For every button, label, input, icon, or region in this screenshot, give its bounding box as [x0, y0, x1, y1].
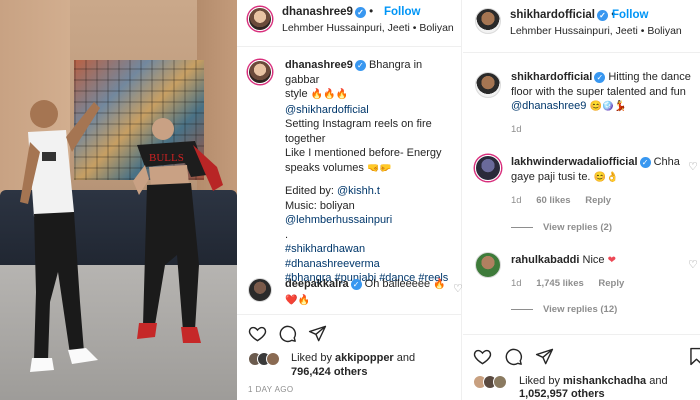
view-replies-line	[511, 226, 533, 228]
likes-count[interactable]: 796,424 others	[291, 366, 367, 378]
author-username[interactable]: dhanashree9 ✓ •	[282, 6, 373, 18]
smile-emoji: 😊🪩💃	[589, 101, 627, 112]
caption-music-prefix: Music: boliyan	[285, 199, 355, 212]
repost-author-username[interactable]: shikhardofficial ✓ •	[510, 9, 615, 21]
comment-1-like-icon[interactable]: ♡	[688, 160, 699, 173]
comment-1-view-replies[interactable]: View replies (2)	[511, 222, 612, 233]
heart-icon[interactable]	[473, 347, 492, 366]
comment-1-avatar[interactable]	[475, 155, 501, 181]
verified-icon: ✓	[594, 72, 606, 83]
fire-emoji: 🔥🔥🔥	[310, 89, 349, 100]
comment-username[interactable]: deepakkalra	[285, 278, 349, 290]
repost-liked-by-user[interactable]: mishankchadha	[563, 375, 646, 387]
comment-2-avatar[interactable]	[475, 252, 501, 278]
caption-mention[interactable]: @shikhardofficial	[285, 104, 369, 116]
caption-line-2: style	[285, 88, 308, 100]
caption-hashtags-1[interactable]: #shikhardhawan #dhanashreeverma	[285, 243, 380, 270]
post-caption: dhanashree9 ✓ Bhangra in gabbar style 🔥🔥🔥…	[285, 58, 457, 286]
repost-liked-by-avatars	[473, 375, 517, 389]
comment-2-likes[interactable]: 1,745 likes	[536, 278, 584, 289]
caption-line-6: speaks volumes	[285, 161, 364, 174]
comment-1-age[interactable]: 1d	[511, 195, 522, 206]
comment-icon[interactable]	[278, 324, 297, 343]
repost-location[interactable]: Lehmber Hussainpuri, Jeeti • Boliyan	[510, 25, 682, 37]
photo-dancer-woman: BULLS	[133, 118, 223, 343]
liked-by-user[interactable]: akkipopper	[335, 352, 394, 364]
post-timestamp[interactable]: 1 DAY AGO	[248, 385, 294, 394]
handshake-emoji: 🤜🤛	[366, 162, 392, 174]
verified-icon: ✓	[350, 279, 362, 290]
verified-icon: ✓	[639, 157, 651, 168]
caption-line-4: together	[285, 132, 326, 145]
caption-dot: .	[285, 228, 289, 241]
repost-header-divider	[463, 52, 700, 53]
comment-1: lakhwinderwadaliofficial ✓ Chha gaye paji…	[511, 155, 689, 185]
verified-icon: ✓	[597, 10, 608, 21]
caption-line-5: Like I mentioned before- Energy	[285, 147, 442, 159]
heart-icon[interactable]	[248, 324, 267, 343]
repost-actions-divider	[463, 334, 700, 335]
repost-caption-age[interactable]: 1d	[511, 124, 522, 135]
view-replies-line	[511, 308, 533, 310]
comment-1-likes[interactable]: 60 likes	[536, 195, 570, 206]
comment-2-reply[interactable]: Reply	[598, 278, 624, 289]
caption-music-mention[interactable]: @lehmberhussainpuri	[285, 214, 392, 226]
comment-2-text: Nice	[582, 254, 605, 266]
actions-divider	[237, 314, 462, 315]
caption-avatar[interactable]	[248, 60, 272, 84]
repost-likes-count[interactable]: 1,052,957 others	[519, 388, 605, 400]
verified-icon: ✓	[354, 7, 366, 18]
comment-2-meta: 1d 1,745 likes Reply	[511, 278, 624, 289]
post-photo[interactable]: BULLS	[0, 0, 237, 400]
caption-username[interactable]: dhanashree9	[285, 59, 353, 71]
commenter-avatar[interactable]	[248, 278, 272, 302]
caption-line-3: Setting Instagram reels on fire	[285, 118, 432, 130]
share-icon[interactable]	[308, 324, 327, 343]
repost-caption-username[interactable]: shikhardofficial	[511, 71, 592, 83]
comment-1-meta: 1d 60 likes Reply	[511, 195, 611, 206]
follow-button[interactable]: Follow	[384, 6, 420, 18]
comment-icon[interactable]	[504, 347, 523, 366]
fire-emoji: 🔥	[433, 279, 446, 290]
post-panel: dhanashree9 ✓ • Follow Lehmber Hussainpur…	[237, 0, 463, 400]
comment-text: Oh balleeeee	[364, 278, 431, 290]
liker-avatar	[266, 352, 280, 366]
post-comment: deepakkalra ✓ Oh balleeeee 🔥 ❤️🔥	[285, 277, 450, 308]
author-avatar[interactable]	[248, 7, 272, 31]
comment-1-reply[interactable]: Reply	[585, 195, 611, 206]
post-location[interactable]: Lehmber Hussainpuri, Jeeti • Boliyan	[282, 22, 454, 34]
verified-icon: ✓	[354, 60, 366, 71]
liker-avatar	[493, 375, 507, 389]
caption-edited-prefix: Edited by:	[285, 185, 337, 197]
heart-fire-emoji: ❤️🔥	[285, 294, 310, 306]
comment-2: rahulkabaddi Nice ❤	[511, 253, 689, 269]
repost-panel: shikhardofficial ✓ • Follow Lehmber Hussa…	[463, 0, 700, 400]
repost-caption-avatar[interactable]	[475, 72, 501, 98]
share-icon[interactable]	[535, 347, 554, 366]
heart-emoji: ❤	[607, 255, 616, 266]
bookmark-icon[interactable]	[687, 347, 700, 366]
caption-editor-mention[interactable]: @kishh.t	[337, 185, 380, 197]
repost-caption-mention[interactable]: @dhanashree9	[511, 100, 586, 112]
liked-by-avatars	[248, 352, 288, 366]
comment-1-username[interactable]: lakhwinderwadaliofficial	[511, 156, 638, 168]
comment-2-age[interactable]: 1d	[511, 278, 522, 289]
repost-caption: shikhardofficial ✓ Hitting the dance floo…	[511, 70, 693, 115]
repost-follow-button[interactable]: Follow	[612, 9, 648, 21]
photo-dancer-man	[20, 100, 100, 372]
svg-text:BULLS: BULLS	[149, 152, 184, 164]
comment-2-like-icon[interactable]: ♡	[688, 258, 699, 271]
comment-2-username[interactable]: rahulkabaddi	[511, 254, 579, 266]
smile-emoji: 😊👌	[593, 171, 619, 183]
repost-liked-by-text[interactable]: Liked by mishankchadha and	[519, 375, 668, 387]
comment-2-view-replies[interactable]: View replies (12)	[511, 304, 617, 315]
repost-author-avatar[interactable]	[475, 8, 501, 34]
liked-by-text[interactable]: Liked by akkipopper and	[291, 352, 415, 364]
header-divider	[237, 46, 462, 47]
